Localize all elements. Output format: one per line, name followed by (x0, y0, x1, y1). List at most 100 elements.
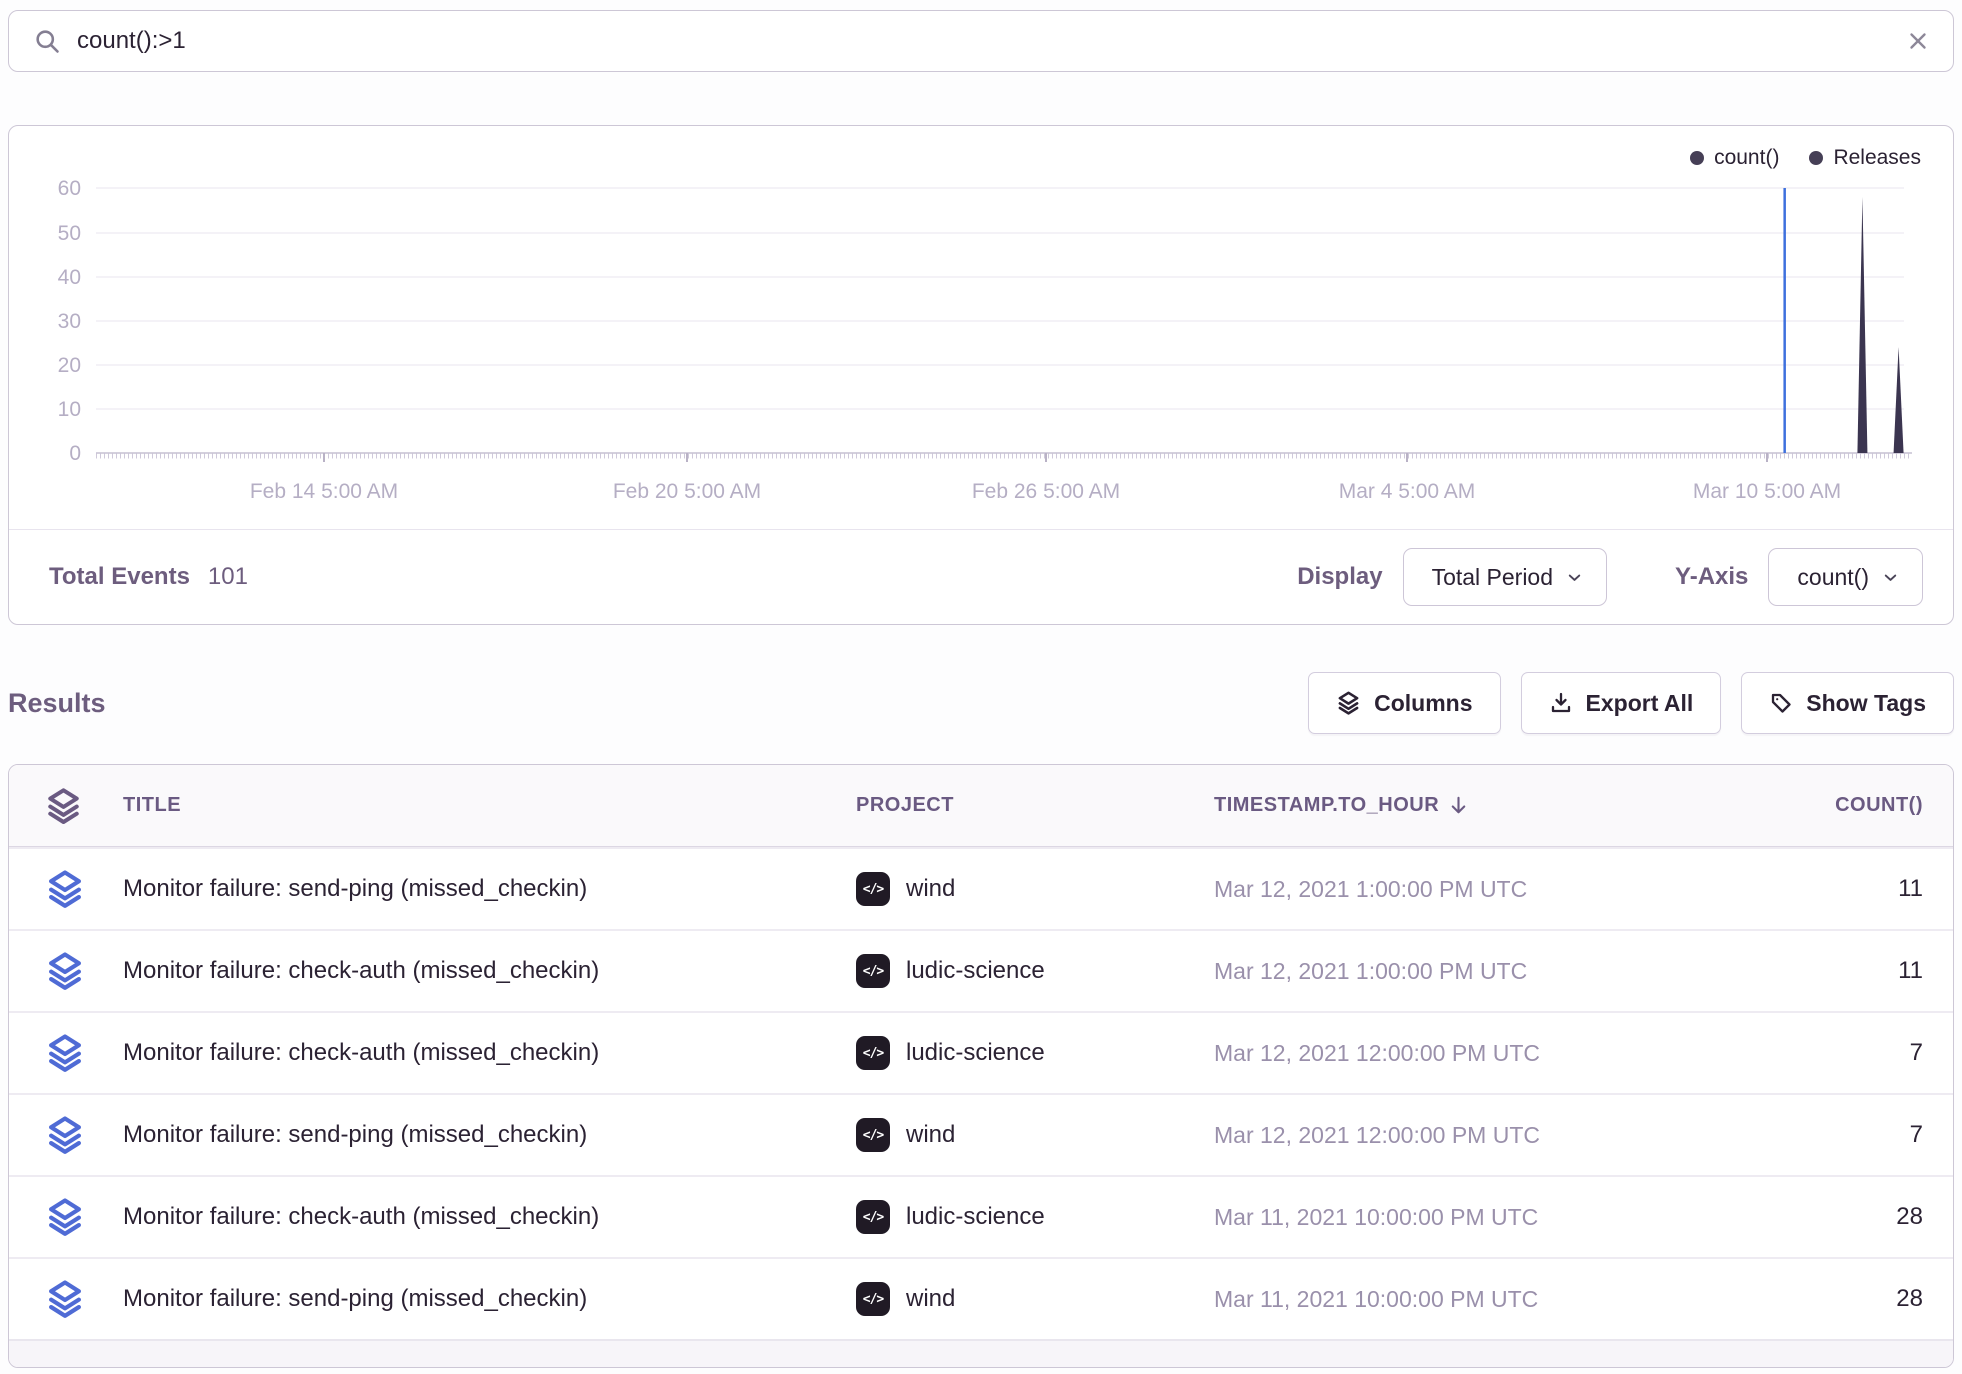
x-axis-tick: Feb 26 5:00 AM (972, 480, 1120, 503)
chart-footer: Total Events 101 Display Total Period Y-… (9, 529, 1953, 624)
column-header-count[interactable]: COUNT() (1706, 794, 1953, 817)
project-platform-icon: </> (856, 1282, 890, 1316)
count-series-spike (1857, 197, 1867, 453)
project-platform-icon: </> (856, 1200, 890, 1234)
clear-search-icon[interactable] (1905, 28, 1931, 54)
count-cell: 11 (1706, 957, 1953, 985)
events-chart-panel: count() Releases 60 50 40 30 20 10 0 (8, 125, 1954, 625)
table-row[interactable]: Monitor failure: send-ping (missed_check… (9, 1257, 1953, 1339)
search-bar (8, 10, 1954, 72)
column-header-label: TIMESTAMP.TO_HOUR (1214, 794, 1439, 817)
stack-icon (45, 1032, 85, 1074)
sort-desc-arrow-icon (1447, 794, 1470, 817)
timestamp-cell: Mar 11, 2021 10:00:00 PM UTC (1214, 1286, 1706, 1313)
stack-icon (45, 868, 85, 910)
search-icon (33, 27, 61, 55)
column-header-label: PROJECT (856, 794, 954, 817)
timestamp-cell: Mar 12, 2021 1:00:00 PM UTC (1214, 958, 1706, 985)
columns-button[interactable]: Columns (1308, 672, 1500, 734)
stack-icon (45, 1114, 85, 1156)
project-cell: </> ludic-science (856, 1036, 1214, 1070)
count-cell: 7 (1706, 1039, 1953, 1067)
project-cell: </> wind (856, 872, 1214, 906)
chevron-down-icon (1565, 568, 1584, 587)
column-header-label: COUNT() (1835, 794, 1923, 817)
project-platform-icon: </> (856, 872, 890, 906)
legend-item-count[interactable]: count() (1690, 146, 1779, 170)
event-title-link[interactable]: Monitor failure: check-auth (missed_chec… (123, 957, 856, 985)
show-tags-button[interactable]: Show Tags (1741, 672, 1954, 734)
x-axis-tick: Feb 14 5:00 AM (250, 480, 398, 503)
timestamp-cell: Mar 12, 2021 1:00:00 PM UTC (1214, 876, 1706, 903)
x-axis-tick: Feb 20 5:00 AM (613, 480, 761, 503)
table-header: TITLE PROJECT TIMESTAMP.TO_HOUR COUNT() (9, 765, 1953, 847)
legend-dot-icon (1809, 151, 1823, 165)
results-header-row: Results Columns Export All Show Tags (8, 672, 1954, 734)
project-platform-icon: </> (856, 954, 890, 988)
y-axis-tick: 20 (58, 354, 81, 377)
table-row[interactable]: Monitor failure: check-auth (missed_chec… (9, 929, 1953, 1011)
table-row[interactable]: Monitor failure: check-auth (missed_chec… (9, 1175, 1953, 1257)
count-series-spike (1894, 347, 1904, 453)
project-cell: </> ludic-science (856, 1200, 1214, 1234)
event-title-link[interactable]: Monitor failure: check-auth (missed_chec… (123, 1039, 856, 1067)
table-row[interactable]: Monitor failure: send-ping (missed_check… (9, 1093, 1953, 1175)
y-axis-tick: 40 (58, 266, 81, 289)
y-axis-tick: 0 (69, 442, 81, 465)
layers-icon (1336, 690, 1361, 716)
stack-icon (45, 950, 85, 992)
event-title-link[interactable]: Monitor failure: check-auth (missed_chec… (123, 1203, 856, 1231)
timestamp-cell: Mar 12, 2021 12:00:00 PM UTC (1214, 1040, 1706, 1067)
event-stack-column-icon (9, 786, 123, 826)
count-cell: 7 (1706, 1121, 1953, 1149)
x-axis-tick: Mar 10 5:00 AM (1693, 480, 1841, 503)
download-icon (1549, 691, 1573, 715)
table-row[interactable]: Monitor failure: check-auth (missed_chec… (9, 1011, 1953, 1093)
column-header-label: TITLE (123, 794, 181, 817)
count-cell: 28 (1706, 1285, 1953, 1313)
results-table: TITLE PROJECT TIMESTAMP.TO_HOUR COUNT() … (8, 764, 1954, 1368)
stack-icon (45, 786, 82, 826)
yaxis-label: Y-Axis (1675, 563, 1748, 591)
display-dropdown[interactable]: Total Period (1403, 548, 1607, 606)
y-axis-tick: 50 (58, 222, 81, 245)
event-title-link[interactable]: Monitor failure: send-ping (missed_check… (123, 1285, 856, 1313)
legend-item-releases[interactable]: Releases (1809, 146, 1921, 170)
event-title-link[interactable]: Monitor failure: send-ping (missed_check… (123, 875, 856, 903)
display-label: Display (1297, 563, 1382, 591)
display-dropdown-value: Total Period (1432, 564, 1553, 591)
timestamp-cell: Mar 12, 2021 12:00:00 PM UTC (1214, 1122, 1706, 1149)
export-all-button-label: Export All (1586, 690, 1694, 717)
results-heading: Results (8, 688, 106, 719)
total-events-value: 101 (208, 563, 248, 591)
project-platform-icon: </> (856, 1036, 890, 1070)
stack-icon (45, 1196, 85, 1238)
y-axis-tick: 30 (58, 310, 81, 333)
column-header-project[interactable]: PROJECT (856, 794, 1214, 817)
column-header-timestamp[interactable]: TIMESTAMP.TO_HOUR (1214, 794, 1706, 817)
project-name: wind (906, 1285, 955, 1313)
legend-dot-icon (1690, 151, 1704, 165)
count-cell: 11 (1706, 875, 1953, 903)
project-name: wind (906, 875, 955, 903)
table-row[interactable]: Monitor failure: send-ping (missed_check… (9, 847, 1953, 929)
project-name: ludic-science (906, 1203, 1045, 1231)
timestamp-cell: Mar 11, 2021 10:00:00 PM UTC (1214, 1204, 1706, 1231)
export-all-button[interactable]: Export All (1521, 672, 1722, 734)
chevron-down-icon (1881, 568, 1900, 587)
column-header-title[interactable]: TITLE (123, 794, 856, 817)
table-footer (9, 1339, 1953, 1367)
y-axis-tick: 10 (58, 398, 81, 421)
search-input[interactable] (77, 27, 1905, 55)
tag-icon (1769, 691, 1793, 715)
yaxis-dropdown[interactable]: count() (1768, 548, 1923, 606)
legend-label: count() (1714, 146, 1779, 170)
project-cell: </> wind (856, 1118, 1214, 1152)
columns-button-label: Columns (1374, 690, 1472, 717)
chart-legend: count() Releases (1690, 146, 1921, 170)
y-axis-tick: 60 (58, 177, 81, 200)
x-axis-tick: Mar 4 5:00 AM (1339, 480, 1476, 503)
total-events: Total Events 101 (49, 563, 248, 591)
event-title-link[interactable]: Monitor failure: send-ping (missed_check… (123, 1121, 856, 1149)
project-cell: </> wind (856, 1282, 1214, 1316)
